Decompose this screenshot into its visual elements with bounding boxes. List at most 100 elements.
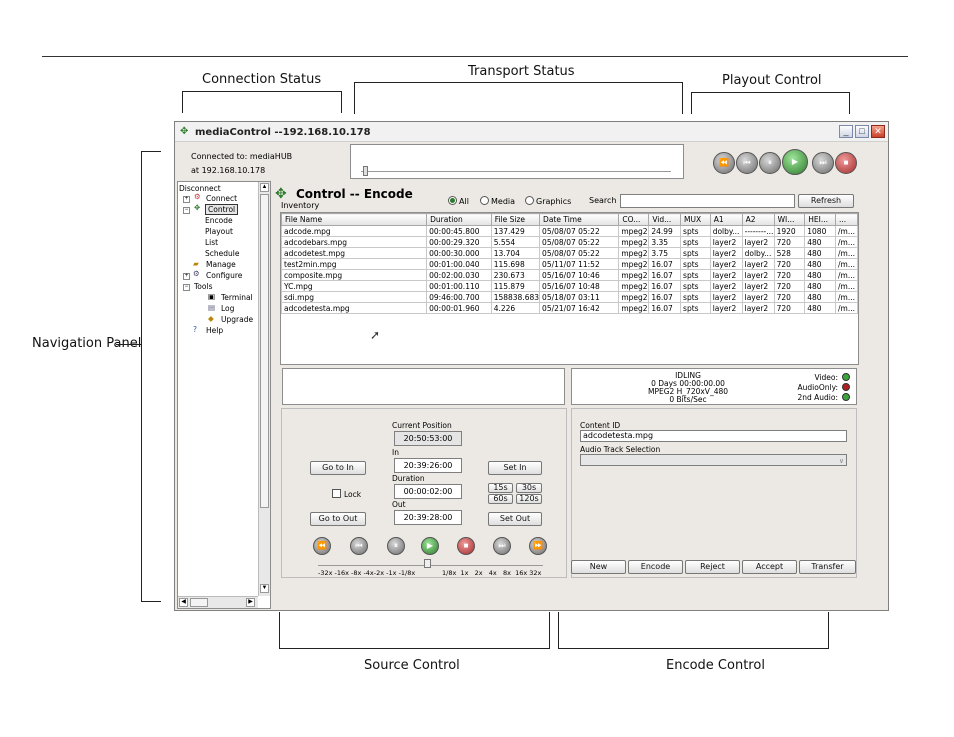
column-header[interactable]: CO... bbox=[618, 213, 650, 226]
expand-configure-icon[interactable]: + bbox=[183, 273, 190, 280]
scroll-right-icon[interactable]: ▶ bbox=[246, 598, 255, 607]
source-next-button[interactable]: ⏭ bbox=[493, 537, 511, 555]
audio-only-status-led bbox=[842, 383, 850, 391]
nav-vertical-scrollbar[interactable]: ▲ ▼ bbox=[258, 182, 270, 596]
content-id-input[interactable]: adcodetesta.mpg bbox=[580, 430, 847, 442]
source-rewind-button[interactable]: ⏪ bbox=[313, 537, 331, 555]
playout-prev-button[interactable]: ⏮ bbox=[736, 152, 758, 174]
preset-15s-button[interactable]: 15s bbox=[488, 483, 513, 493]
refresh-button[interactable]: Refresh bbox=[798, 194, 854, 208]
maximize-button[interactable]: □ bbox=[855, 125, 869, 138]
nav-control[interactable]: Control bbox=[205, 204, 239, 215]
table-row[interactable]: adcodetesta.mpg 00:00:01.960 4.226 05/21/07… bbox=[281, 302, 858, 314]
reject-button[interactable]: Reject bbox=[685, 560, 740, 574]
source-pause-button[interactable]: ⏸ bbox=[387, 537, 405, 555]
table-row[interactable]: adcode.mpg 00:00:45.800 137.429 05/08/07 05… bbox=[281, 225, 858, 237]
source-play-button[interactable]: ▶ bbox=[421, 537, 439, 555]
nav-encode[interactable]: Encode bbox=[205, 216, 233, 225]
playout-next-button[interactable]: ⏭ bbox=[812, 152, 834, 174]
column-header[interactable]: A1 bbox=[709, 213, 743, 226]
set-in-button[interactable]: Set In bbox=[488, 461, 542, 475]
video-status-led bbox=[842, 373, 850, 381]
nav-log[interactable]: Log bbox=[221, 304, 234, 313]
minimize-button[interactable]: _ bbox=[839, 125, 853, 138]
column-header[interactable]: File Size bbox=[490, 213, 541, 226]
nav-scroll-thumb[interactable] bbox=[260, 194, 269, 508]
duration-field[interactable]: 00:00:02:00 bbox=[394, 484, 462, 499]
radio-graphics[interactable] bbox=[525, 196, 534, 205]
nav-configure[interactable]: Configure bbox=[206, 271, 242, 280]
source-prev-button[interactable]: ⏮ bbox=[350, 537, 368, 555]
shuttle-speeds-forward: 1/8x 1x 2x 4x 8x 16x 32x bbox=[442, 569, 542, 577]
go-to-out-button[interactable]: Go to Out bbox=[310, 512, 366, 526]
preset-60s-button[interactable]: 60s bbox=[488, 494, 513, 504]
shuttle-slider-handle[interactable] bbox=[424, 559, 431, 568]
playout-pause-button[interactable]: ⏸ bbox=[759, 152, 781, 174]
nav-list[interactable]: List bbox=[205, 238, 218, 247]
table-row[interactable]: test2min.mpg 00:01:00.040 115.698 05/11/07 … bbox=[281, 258, 858, 270]
column-header[interactable]: MUX bbox=[680, 213, 711, 226]
lock-checkbox[interactable] bbox=[332, 489, 341, 498]
nav-schedule[interactable]: Schedule bbox=[205, 249, 239, 258]
playout-stop-button[interactable]: ■ bbox=[835, 152, 857, 174]
column-header[interactable]: File Name bbox=[281, 213, 428, 226]
in-point-field[interactable]: 20:39:26:00 bbox=[394, 458, 462, 473]
table-cell: /m... bbox=[835, 258, 858, 270]
playout-play-button[interactable]: ▶ bbox=[782, 149, 808, 175]
column-header[interactable]: HEI... bbox=[804, 213, 836, 226]
encode-button[interactable]: Encode bbox=[628, 560, 683, 574]
nav-tools[interactable]: Tools bbox=[194, 282, 212, 291]
nav-upgrade[interactable]: Upgrade bbox=[221, 315, 253, 324]
radio-all[interactable] bbox=[448, 196, 457, 205]
out-point-field[interactable]: 20:39:28:00 bbox=[394, 510, 462, 525]
page-title: Control -- Encode bbox=[296, 187, 413, 201]
search-input[interactable] bbox=[620, 194, 795, 208]
column-header[interactable]: WI... bbox=[773, 213, 806, 226]
nav-playout[interactable]: Playout bbox=[205, 227, 233, 236]
table-row[interactable]: adcodebars.mpg 00:00:29.320 5.554 05/08/07 … bbox=[281, 236, 858, 248]
nav-help[interactable]: Help bbox=[206, 326, 223, 335]
new-button[interactable]: New bbox=[571, 560, 626, 574]
source-fastforward-button[interactable]: ⏩ bbox=[529, 537, 547, 555]
nav-manage[interactable]: Manage bbox=[206, 260, 236, 269]
close-button[interactable]: ✕ bbox=[871, 125, 885, 138]
column-header[interactable]: ... bbox=[835, 213, 858, 226]
encoder-status-panel: IDLING 0 Days 00:00:00.00 MPEG2 H_720xV_… bbox=[571, 368, 857, 405]
table-cell: 00:00:01.960 bbox=[426, 302, 492, 314]
table-row[interactable]: adcodetest.mpg 00:00:30.000 13.704 05/08/07… bbox=[281, 247, 858, 259]
video-status-label: Video: bbox=[814, 373, 838, 382]
scroll-left-icon[interactable]: ◀ bbox=[179, 598, 188, 607]
set-out-button[interactable]: Set Out bbox=[488, 512, 542, 526]
table-cell: /m... bbox=[835, 302, 858, 314]
preset-30s-button[interactable]: 30s bbox=[516, 483, 542, 493]
column-header[interactable]: A2 bbox=[741, 213, 775, 226]
go-to-in-button[interactable]: Go to In bbox=[310, 461, 366, 475]
second-audio-status-label: 2nd Audio: bbox=[797, 393, 838, 402]
out-label: Out bbox=[392, 500, 406, 509]
nav-terminal[interactable]: Terminal bbox=[221, 293, 253, 302]
nav-horizontal-scrollbar[interactable]: ◀ ▶ bbox=[178, 596, 258, 608]
column-header[interactable]: Date Time bbox=[539, 213, 620, 226]
scroll-down-icon[interactable]: ▼ bbox=[260, 584, 269, 593]
table-cell: composite.mpg bbox=[281, 269, 428, 281]
radio-media[interactable] bbox=[480, 196, 489, 205]
table-row[interactable]: sdi.mpg 09:46:00.700 158838.683 05/18/07 03… bbox=[281, 291, 858, 303]
column-header[interactable]: Vid... bbox=[648, 213, 682, 226]
collapse-tools-icon[interactable]: − bbox=[183, 284, 190, 291]
transfer-button[interactable]: Transfer bbox=[799, 560, 856, 574]
nav-hscroll-thumb[interactable] bbox=[190, 598, 208, 607]
accept-button[interactable]: Accept bbox=[742, 560, 797, 574]
source-stop-button[interactable]: ■ bbox=[457, 537, 475, 555]
playout-rewind-button[interactable]: ⏪ bbox=[713, 152, 735, 174]
transport-position-handle[interactable] bbox=[363, 166, 368, 176]
collapse-control-icon[interactable]: − bbox=[183, 207, 190, 214]
audio-track-select[interactable]: ∨ bbox=[580, 454, 847, 466]
nav-connect[interactable]: Connect bbox=[206, 194, 237, 203]
preset-120s-button[interactable]: 120s bbox=[516, 494, 542, 504]
column-header[interactable]: Duration bbox=[426, 213, 492, 226]
table-row[interactable]: YC.mpg 00:01:00.110 115.879 05/16/07 10:48 m… bbox=[281, 280, 858, 292]
scroll-up-icon[interactable]: ▲ bbox=[260, 183, 269, 192]
table-row[interactable]: composite.mpg 00:02:00.030 230.673 05/16/07… bbox=[281, 269, 858, 281]
expand-connect-icon[interactable]: + bbox=[183, 196, 190, 203]
table-cell: --------... bbox=[741, 225, 775, 237]
